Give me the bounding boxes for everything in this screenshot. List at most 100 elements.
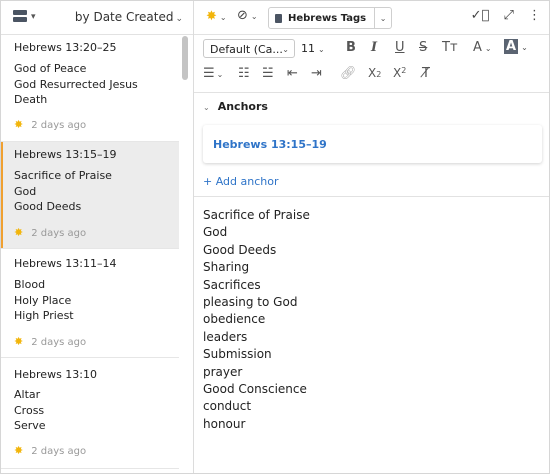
note-tags: God of Peace God Resurrected Jesus Death	[14, 61, 138, 108]
ban-icon: ⊘	[237, 8, 248, 23]
editor-line: Good Conscience	[203, 382, 307, 397]
chevron-down-icon: ⌄	[203, 103, 210, 112]
anchor-card: Hebrews 13:15–19	[203, 125, 542, 163]
editor-line: prayer	[203, 364, 243, 379]
chevron-down-icon: ⌄	[318, 45, 325, 54]
note-tag: Sacrifice of Praise	[14, 169, 112, 182]
list-item[interactable]: Hebrews 13:10 Altar Cross Serve ✸ 2 days …	[1, 358, 179, 469]
note-tag: Cross	[14, 403, 45, 417]
bold-icon[interactable]: B	[346, 40, 356, 55]
note-tag: Serve	[14, 419, 46, 432]
tag-group-label: Hebrews Tags	[288, 12, 367, 24]
note-editor-pane: ✸ ⌄ ⊘ ⌄ Hebrews Tags ⌄ ✓⃝ ⤢ ⋮ Default (C…	[194, 1, 549, 473]
note-tag: Holy Place	[14, 293, 72, 307]
editor-line: leaders	[203, 329, 248, 344]
chevron-down-icon[interactable]: ▾	[31, 12, 36, 22]
align-icon[interactable]: ☰ ⌄	[203, 66, 223, 81]
note-tags: Sacrifice of Praise God Good Deeds	[14, 168, 112, 215]
tag-group-button[interactable]: Hebrews Tags ⌄	[268, 7, 393, 29]
italic-icon[interactable]: I	[371, 40, 377, 55]
note-meta: ✸ 2 days ago	[14, 444, 86, 457]
check-circle-icon[interactable]: ✓⃝	[471, 8, 490, 23]
font-family-value: Default (Ca...	[210, 43, 283, 56]
tag-group-dropdown[interactable]: ⌄	[375, 14, 391, 23]
list-item[interactable]: Hebrews 13:11–14 Blood Holy Place High P…	[1, 251, 179, 358]
note-tags: Blood Holy Place High Priest	[14, 277, 74, 324]
sort-dropdown[interactable]: by Date Created ⌄	[75, 10, 183, 24]
note-date: 2 days ago	[31, 446, 87, 457]
list-item[interactable]: Hebrews 13:20–25 God of Peace God Resurr…	[1, 35, 179, 142]
note-date: 2 days ago	[31, 228, 87, 239]
note-title: Hebrews 13:20–25	[14, 41, 117, 54]
note-tag: Blood	[14, 278, 46, 291]
chevron-down-icon: ⌄	[219, 13, 227, 22]
note-tag: Good Deeds	[14, 200, 82, 213]
anchors-toggle[interactable]: ⌄ Anchors	[203, 100, 268, 113]
numbered-list-icon[interactable]: ☱	[262, 66, 274, 81]
app-window: ▾ by Date Created ⌄ Hebrews 13:20–25 God …	[0, 0, 550, 474]
note-title: Hebrews 13:10	[14, 368, 97, 381]
editor-line: Sharing	[203, 260, 250, 275]
editor-line: Sacrifices	[203, 277, 261, 292]
chevron-down-icon: ⌄	[250, 12, 258, 21]
note-tags: Altar Cross Serve	[14, 387, 46, 434]
note-date: 2 days ago	[31, 337, 87, 348]
list-scrollbar[interactable]	[182, 36, 188, 80]
bullet-list-icon[interactable]: ☷	[238, 66, 250, 81]
status-button[interactable]: ⊘ ⌄	[237, 8, 258, 23]
format-toolbar: Default (Ca... ⌄ 11 ⌄ B I U S Tт A ⌄ A ⌄ ☰ ⌄…	[194, 34, 549, 93]
editor-line: pleasing to God	[203, 295, 298, 310]
subscript-icon[interactable]: X2	[368, 66, 381, 80]
indent-icon[interactable]: ⇥	[311, 66, 322, 81]
note-tag: God Resurrected Jesus	[14, 77, 138, 91]
text-case-icon[interactable]: Tт	[442, 40, 458, 55]
note-tag: Death	[14, 93, 48, 106]
star-icon: ✸	[14, 226, 24, 239]
header-actions: ✓⃝ ⤢ ⋮	[461, 8, 541, 23]
font-size-select[interactable]: 11 ⌄	[301, 39, 331, 58]
star-icon: ✸	[14, 335, 24, 348]
font-color-icon[interactable]: A ⌄	[473, 40, 492, 55]
editor-body[interactable]: Sacrifice of Praise God Good Deeds Shari…	[203, 207, 310, 433]
editor-line: obedience	[203, 312, 266, 327]
note-meta: ✸ 2 days ago	[14, 118, 86, 131]
note-title: Hebrews 13:11–14	[14, 257, 117, 270]
notes-list-pane: ▾ by Date Created ⌄ Hebrews 13:20–25 God …	[1, 1, 194, 473]
star-icon: ✸	[206, 9, 217, 24]
anchor-link[interactable]: Hebrews 13:15–19	[213, 138, 327, 151]
chevron-down-icon: ⌄	[379, 13, 387, 23]
anchors-heading: Anchors	[217, 100, 268, 113]
note-title: Hebrews 13:15–19	[14, 148, 117, 161]
editor-line: Good Deeds	[203, 242, 277, 257]
superscript-icon[interactable]: X2	[393, 66, 406, 80]
chevron-down-icon: ⌄	[282, 45, 289, 54]
note-meta: ✸ 2 days ago	[14, 226, 86, 239]
editor-line: honour	[203, 416, 246, 431]
underline-icon[interactable]: U	[395, 40, 405, 55]
favorite-button[interactable]: ✸ ⌄	[206, 9, 227, 24]
star-icon: ✸	[14, 444, 24, 457]
expand-icon[interactable]: ⤢	[503, 8, 513, 23]
outdent-icon[interactable]: ⇤	[287, 66, 298, 81]
strikethrough-icon[interactable]: S	[419, 40, 427, 55]
editor-line: Submission	[203, 347, 272, 362]
add-anchor-link[interactable]: + Add anchor	[203, 175, 279, 188]
tag-group-main[interactable]: Hebrews Tags	[269, 8, 376, 28]
note-tag: Altar	[14, 388, 41, 401]
view-menu-icon[interactable]	[13, 10, 31, 24]
editor-header: ✸ ⌄ ⊘ ⌄ Hebrews Tags ⌄ ✓⃝ ⤢ ⋮	[194, 1, 549, 35]
editor-line: God	[203, 225, 228, 240]
note-meta: ✸ 2 days ago	[14, 335, 86, 348]
clear-format-icon[interactable]: T̸	[422, 66, 430, 81]
font-family-select[interactable]: Default (Ca... ⌄	[203, 39, 295, 58]
note-date: 2 days ago	[31, 120, 87, 131]
anchors-section: ⌄ Anchors Hebrews 13:15–19 + Add anchor	[194, 92, 549, 197]
chevron-down-icon: ⌄	[175, 14, 183, 24]
highlight-color-icon[interactable]: A ⌄	[504, 39, 528, 54]
list-header: ▾ by Date Created ⌄	[1, 1, 193, 35]
link-icon[interactable]: 🔗︎	[340, 66, 357, 81]
list-item[interactable]: Hebrews 13:15–19 Sacrifice of Praise God…	[1, 142, 179, 249]
editor-line: conduct	[203, 399, 252, 414]
note-tag: High Priest	[14, 309, 74, 322]
more-vertical-icon[interactable]: ⋮	[528, 8, 541, 23]
